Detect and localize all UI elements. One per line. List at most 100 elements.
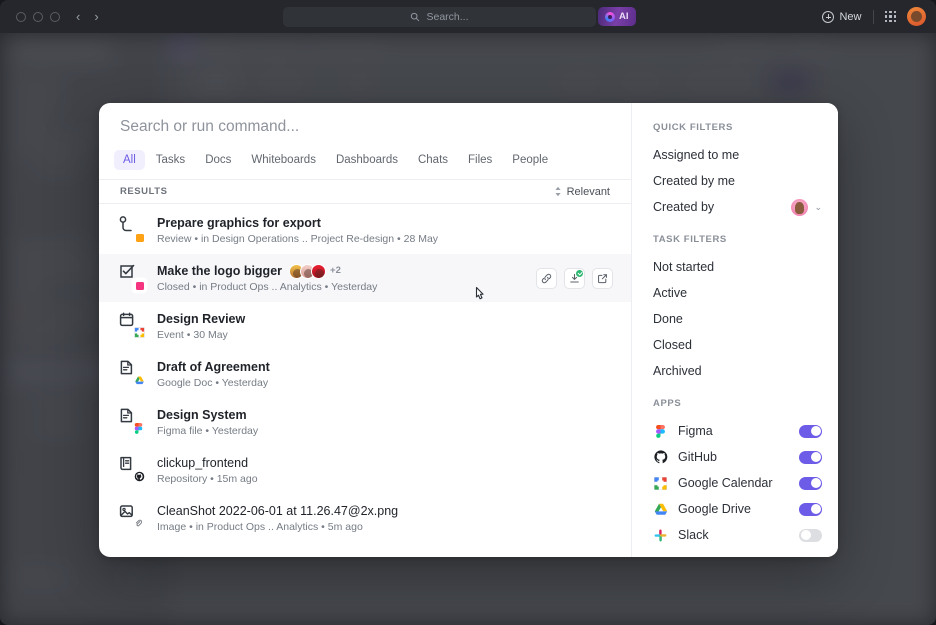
tab-all[interactable]: All xyxy=(114,150,145,170)
tab-files[interactable]: Files xyxy=(459,150,501,170)
result-type-tabs: All Tasks Docs Whiteboards Dashboards Ch… xyxy=(99,150,631,179)
app-label: Figma xyxy=(678,424,713,438)
ai-button[interactable]: AI xyxy=(598,7,636,26)
apps-title: APPS xyxy=(653,398,682,409)
window-traffic-lights[interactable] xyxy=(16,11,60,22)
command-search-field[interactable] xyxy=(99,103,631,150)
app-toggle-google-calendar[interactable] xyxy=(799,476,822,490)
app-row-figma[interactable]: Figma xyxy=(632,418,838,444)
app-root: ‹ › Search... AI New Search or run comma… xyxy=(0,0,936,625)
chevron-down-icon[interactable]: ⌄ xyxy=(814,202,822,213)
user-avatar[interactable] xyxy=(907,7,926,26)
result-row-body: CleanShot 2022-06-01 at 11.26.47@2x.png … xyxy=(157,503,613,534)
tab-people[interactable]: People xyxy=(503,150,557,170)
document-icon xyxy=(117,407,147,437)
result-title: Prepare graphics for export xyxy=(157,215,321,230)
window-maximize-button[interactable] xyxy=(50,11,60,22)
nav-back-icon[interactable]: ‹ xyxy=(76,10,80,23)
command-palette-modal: All Tasks Docs Whiteboards Dashboards Ch… xyxy=(99,103,838,557)
assignee-avatars[interactable]: +2 xyxy=(289,263,341,279)
created-by-value[interactable]: ⌄ xyxy=(791,198,822,216)
app-row-google-calendar[interactable]: Google Calendar xyxy=(632,470,838,496)
subtask-icon xyxy=(117,215,147,245)
check-badge-icon xyxy=(576,269,583,277)
filter-created-by[interactable]: Created by ⌄ xyxy=(632,194,838,220)
result-row-draft-of-agreement[interactable]: Draft of Agreement Google Doc • Yesterda… xyxy=(99,350,631,398)
app-toggle-slack[interactable] xyxy=(799,528,822,542)
status-badge xyxy=(133,231,146,244)
filter-label: Assigned to me xyxy=(653,148,740,162)
filter-done[interactable]: Done xyxy=(632,306,838,332)
app-toggle-github[interactable] xyxy=(799,450,822,464)
status-badge xyxy=(133,279,146,292)
new-button[interactable]: New xyxy=(822,10,862,23)
window-close-button[interactable] xyxy=(16,11,26,22)
tab-chats[interactable]: Chats xyxy=(409,150,457,170)
result-row-cleanshot-image[interactable]: CleanShot 2022-06-01 at 11.26.47@2x.png … xyxy=(99,494,631,542)
app-row-google-drive[interactable]: Google Drive xyxy=(632,496,838,522)
install-icon[interactable] xyxy=(564,267,585,289)
app-toggle-google-drive[interactable] xyxy=(799,502,822,516)
window-minimize-button[interactable] xyxy=(33,11,43,22)
filter-archived[interactable]: Archived xyxy=(632,358,838,384)
global-search-placeholder: Search... xyxy=(426,11,469,23)
result-row-body: Design Review Event • 30 May xyxy=(157,311,613,342)
result-row-body: Make the logo bigger +2 Closed • in Prod… xyxy=(157,263,536,293)
avatar-overflow-count: +2 xyxy=(330,264,341,276)
filter-label: Active xyxy=(653,286,688,300)
filter-created-by-me[interactable]: Created by me xyxy=(632,168,838,194)
result-row-design-system[interactable]: Design System Figma file • Yesterday xyxy=(99,398,631,446)
result-meta: Repository • 15m ago xyxy=(157,473,258,486)
sort-control[interactable]: Relevant xyxy=(554,186,610,198)
filter-closed[interactable]: Closed xyxy=(632,332,838,358)
google-drive-icon xyxy=(653,502,668,517)
app-label: Slack xyxy=(678,528,709,542)
link-icon[interactable] xyxy=(536,267,557,289)
result-row-clickup-frontend[interactable]: clickup_frontend Repository • 15m ago xyxy=(99,446,631,494)
results-list: Prepare graphics for export Review • in … xyxy=(99,204,631,557)
result-row-prepare-graphics[interactable]: Prepare graphics for export Review • in … xyxy=(99,206,631,254)
result-title-wrapper: Make the logo bigger +2 xyxy=(157,263,536,280)
result-row-body: Prepare graphics for export Review • in … xyxy=(157,215,613,246)
app-row-slack[interactable]: Slack xyxy=(632,522,838,548)
filter-label: Created by xyxy=(653,200,715,214)
tab-whiteboards[interactable]: Whiteboards xyxy=(242,150,325,170)
new-button-label: New xyxy=(839,10,862,23)
nav-forward-icon[interactable]: › xyxy=(94,10,98,23)
navigation-arrows[interactable]: ‹ › xyxy=(76,10,99,23)
filter-label: Created by me xyxy=(653,174,735,188)
result-row-make-logo-bigger[interactable]: Make the logo bigger +2 Closed • in Prod… xyxy=(99,254,631,302)
repository-icon xyxy=(117,455,147,485)
slack-icon xyxy=(653,528,668,543)
command-search-input[interactable] xyxy=(120,117,610,136)
ai-icon xyxy=(605,11,615,22)
filter-label: Done xyxy=(653,312,683,326)
filter-active[interactable]: Active xyxy=(632,280,838,306)
task-filters-title: TASK FILTERS xyxy=(653,234,727,245)
result-row-body: Design System Figma file • Yesterday xyxy=(157,407,613,438)
tab-docs[interactable]: Docs xyxy=(196,150,240,170)
app-toggle-figma[interactable] xyxy=(799,424,822,438)
filter-label: Archived xyxy=(653,364,702,378)
filter-not-started[interactable]: Not started xyxy=(632,254,838,280)
result-meta: Image • in Product Ops .. Analytics • 5m… xyxy=(157,521,363,534)
global-search-input[interactable]: Search... xyxy=(283,7,596,27)
app-label: Google Drive xyxy=(678,502,751,516)
tab-tasks[interactable]: Tasks xyxy=(147,150,194,170)
image-icon xyxy=(117,503,147,533)
result-meta: Review • in Design Operations .. Project… xyxy=(157,233,439,246)
google-drive-badge-icon xyxy=(133,375,146,388)
filter-assigned-to-me[interactable]: Assigned to me xyxy=(632,142,838,168)
plus-circle-icon xyxy=(822,10,835,23)
apps-grid-icon[interactable] xyxy=(884,10,896,23)
result-row-body: Draft of Agreement Google Doc • Yesterda… xyxy=(157,359,613,390)
filters-pane: QUICK FILTERS Assigned to me Created by … xyxy=(632,103,838,557)
open-external-icon[interactable] xyxy=(592,267,613,289)
attachment-badge-icon xyxy=(133,519,146,532)
results-label: RESULTS xyxy=(120,186,168,197)
result-title: Make the logo bigger xyxy=(157,263,283,278)
result-row-design-review[interactable]: Design Review Event • 30 May xyxy=(99,302,631,350)
tab-dashboards[interactable]: Dashboards xyxy=(327,150,407,170)
app-row-github[interactable]: GitHub xyxy=(632,444,838,470)
